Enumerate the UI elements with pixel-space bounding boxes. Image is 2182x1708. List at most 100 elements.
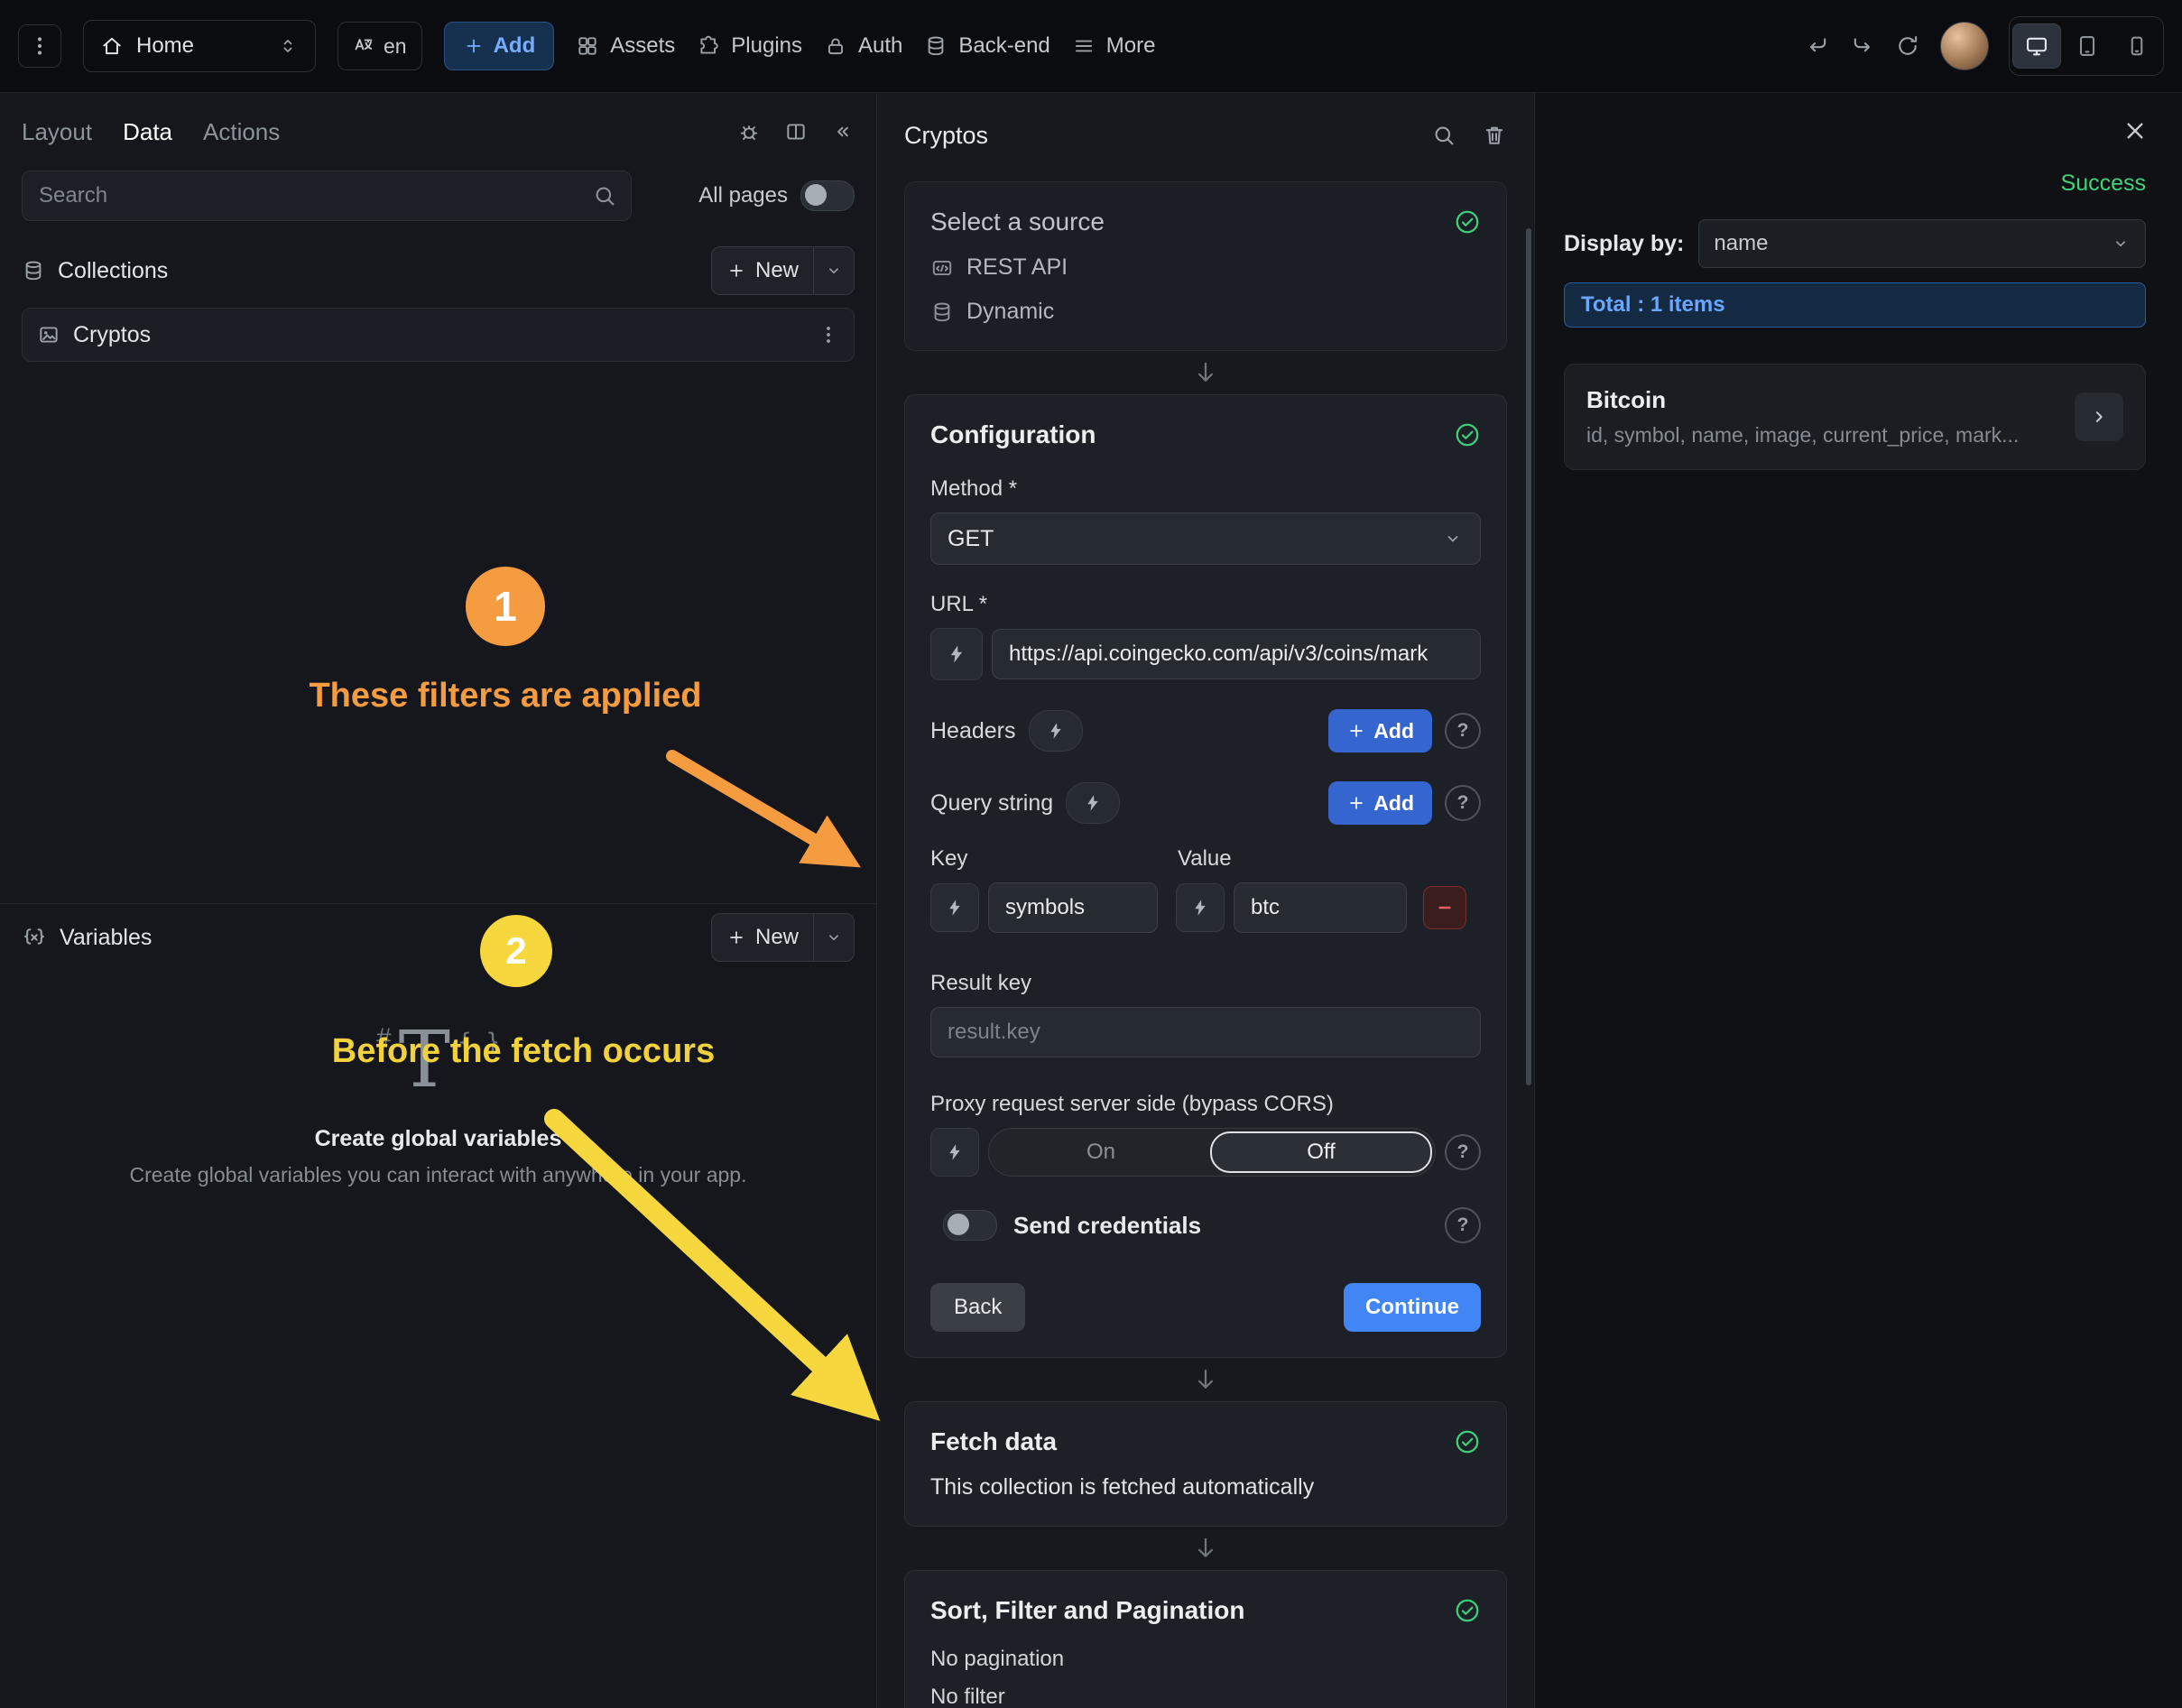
proxy-off-option[interactable]: Off: [1210, 1131, 1432, 1173]
undo-icon[interactable]: [1805, 33, 1830, 59]
headers-help-icon[interactable]: ?: [1445, 713, 1481, 749]
all-pages-label: All pages: [698, 183, 788, 208]
search-input[interactable]: [22, 171, 632, 221]
device-toggle-group: [2009, 16, 2164, 76]
page-selector-label: Home: [136, 33, 194, 59]
query-key-input[interactable]: [988, 882, 1158, 933]
plugins-icon: [697, 34, 720, 58]
query-add-button[interactable]: Add: [1328, 781, 1432, 825]
tab-actions[interactable]: Actions: [203, 118, 280, 146]
formula-icon: [1046, 721, 1066, 741]
display-by-select[interactable]: name: [1698, 219, 2146, 268]
scrollbar[interactable]: [1526, 228, 1531, 1085]
debug-icon[interactable]: [737, 120, 761, 143]
collection-item-menu[interactable]: [818, 324, 839, 346]
variables-icon: [22, 925, 47, 950]
proxy-help-icon[interactable]: ?: [1445, 1134, 1481, 1170]
search-icon[interactable]: [1431, 123, 1456, 148]
proxy-formula-button[interactable]: [930, 1128, 979, 1177]
new-collection-button[interactable]: New: [711, 246, 855, 295]
split-view-icon[interactable]: [784, 120, 808, 143]
nav-assets[interactable]: Assets: [576, 33, 675, 59]
minus-icon: [1434, 897, 1456, 919]
redo-icon[interactable]: [1850, 33, 1875, 59]
page-selector[interactable]: Home: [83, 20, 316, 72]
query-value-input[interactable]: [1234, 882, 1407, 933]
result-key-label: Result key: [930, 971, 1481, 996]
new-variable-menu[interactable]: [813, 914, 854, 961]
device-desktop-button[interactable]: [2012, 23, 2061, 69]
formula-icon: [945, 898, 965, 918]
value-label: Value: [1178, 846, 1232, 872]
proxy-on-option[interactable]: On: [992, 1131, 1210, 1173]
expand-item-button[interactable]: [2075, 392, 2123, 441]
tab-layout[interactable]: Layout: [22, 118, 92, 146]
device-phone-button[interactable]: [2113, 24, 2160, 68]
preview-item-bitcoin[interactable]: Bitcoin id, symbol, name, image, current…: [1564, 364, 2146, 470]
headers-label: Headers: [930, 718, 1016, 744]
chevron-down-icon: [1442, 528, 1464, 549]
key-formula-button[interactable]: [930, 883, 979, 932]
fetch-data-card[interactable]: Fetch data This collection is fetched au…: [904, 1401, 1507, 1527]
tee-glyph: T: [399, 1021, 450, 1099]
select-source-card[interactable]: Select a source REST API Dynamic: [904, 181, 1507, 351]
query-formula-button[interactable]: [1066, 782, 1120, 824]
tablet-icon: [2075, 33, 2100, 59]
language-button[interactable]: en: [337, 22, 422, 70]
nav-backend[interactable]: Back-end: [924, 33, 1049, 59]
value-formula-button[interactable]: [1176, 883, 1225, 932]
url-input[interactable]: [992, 629, 1481, 679]
all-pages-toggle[interactable]: [800, 180, 855, 211]
display-by-value: name: [1714, 231, 1768, 256]
credentials-help-icon[interactable]: ?: [1445, 1207, 1481, 1243]
query-help-icon[interactable]: ?: [1445, 785, 1481, 821]
remove-query-row-button[interactable]: [1423, 886, 1466, 929]
close-button[interactable]: [2121, 116, 2150, 145]
translate-icon: [353, 35, 374, 57]
url-formula-button[interactable]: [930, 628, 983, 680]
avatar[interactable]: [1940, 22, 1989, 70]
headers-formula-button[interactable]: [1029, 710, 1083, 752]
nav-plugins[interactable]: Plugins: [697, 33, 802, 59]
nav-plugins-label: Plugins: [731, 33, 802, 59]
collection-item-name: Cryptos: [73, 322, 151, 348]
app-menu-button[interactable]: [18, 24, 61, 68]
nav-more[interactable]: More: [1072, 33, 1156, 59]
flow-arrow-icon: [904, 1527, 1507, 1570]
variables-empty-state: # T { } Create global variables Create g…: [0, 1021, 876, 1187]
chevron-down-icon: [824, 261, 844, 281]
method-select[interactable]: GET: [930, 512, 1481, 565]
preview-item-name: Bitcoin: [1586, 386, 2060, 414]
hash-glyph: #: [376, 1023, 392, 1054]
database-icon: [930, 300, 954, 324]
add-button[interactable]: Add: [444, 22, 555, 70]
kebab-icon: [818, 324, 839, 346]
collapse-panel-icon[interactable]: [831, 120, 855, 143]
search-box: [22, 171, 632, 221]
plus-icon: [1346, 721, 1366, 741]
new-variable-button[interactable]: New: [711, 913, 855, 962]
collection-item-cryptos[interactable]: Cryptos: [22, 308, 855, 362]
nav-auth[interactable]: Auth: [824, 33, 902, 59]
continue-button[interactable]: Continue: [1344, 1283, 1481, 1332]
new-collection-label: New: [755, 258, 799, 283]
collections-icon: [22, 259, 45, 282]
refresh-icon[interactable]: [1895, 33, 1920, 59]
sort-filter-card[interactable]: Sort, Filter and Pagination No paginatio…: [904, 1570, 1507, 1708]
database-icon: [924, 34, 948, 58]
back-button[interactable]: Back: [930, 1283, 1025, 1332]
tab-data[interactable]: Data: [123, 118, 172, 146]
trash-icon[interactable]: [1482, 123, 1507, 148]
result-key-input[interactable]: [930, 1007, 1481, 1057]
collections-title: Collections: [58, 258, 168, 284]
headers-add-button[interactable]: Add: [1328, 709, 1432, 752]
device-tablet-button[interactable]: [2064, 24, 2111, 68]
send-credentials-toggle[interactable]: [943, 1210, 997, 1241]
plus-icon: [463, 35, 485, 57]
close-icon: [2121, 116, 2150, 145]
add-button-label: Add: [494, 33, 536, 59]
source-option-rest-api: REST API: [930, 254, 1481, 281]
rest-api-icon: [930, 256, 954, 280]
new-collection-menu[interactable]: [813, 247, 854, 294]
sort-filter-title: Sort, Filter and Pagination: [930, 1596, 1244, 1625]
